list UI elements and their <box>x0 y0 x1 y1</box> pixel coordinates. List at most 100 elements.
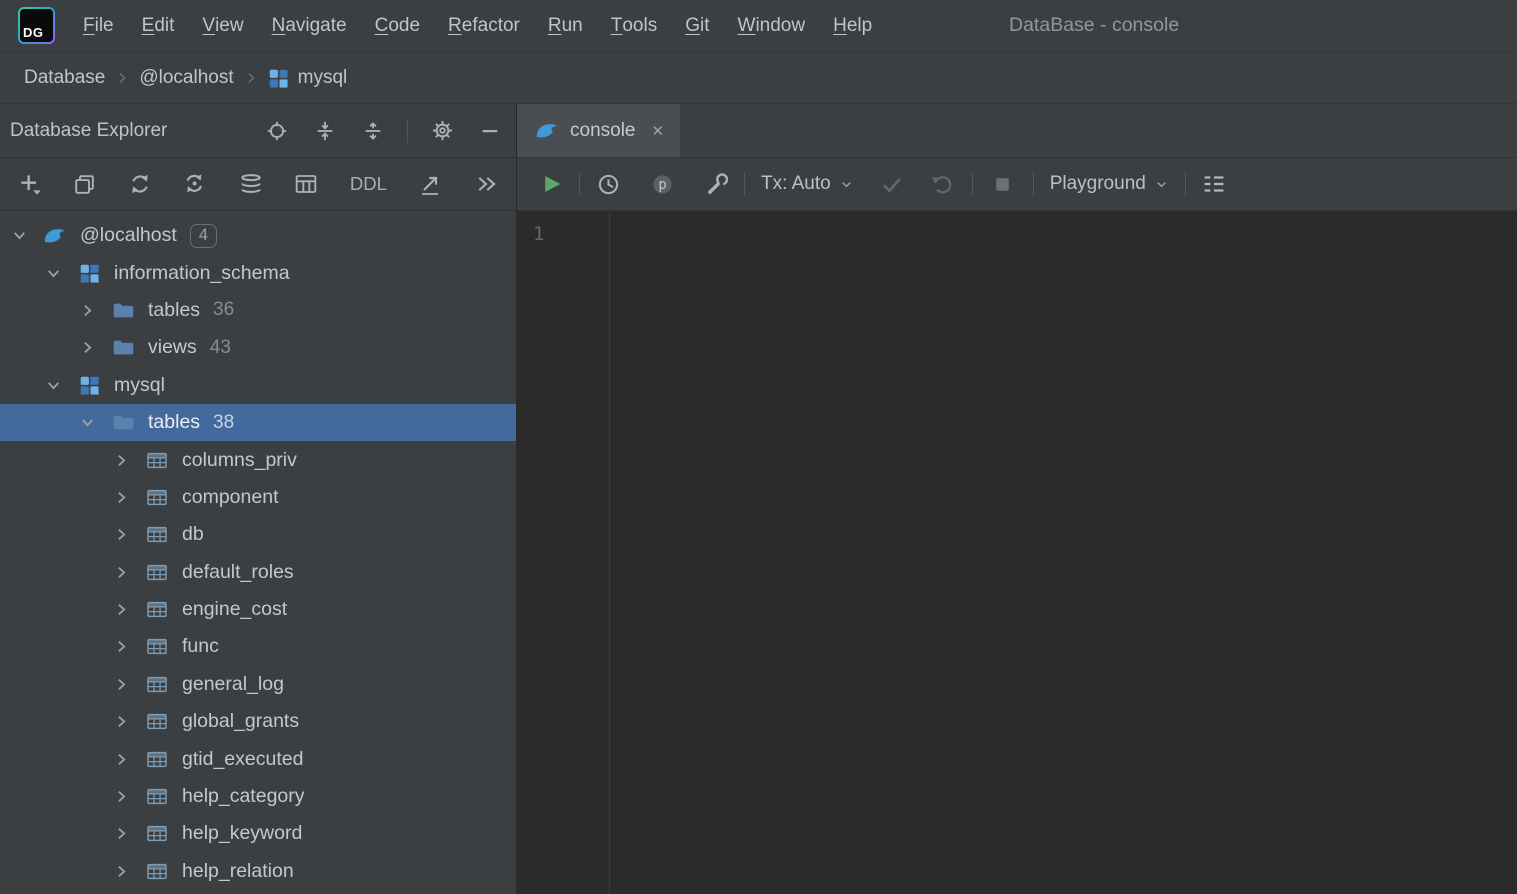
chevron-right-icon[interactable] <box>112 638 130 656</box>
mysql-dolphin-icon <box>43 225 67 246</box>
tree-row-default_roles[interactable]: default_roles <box>0 554 516 591</box>
tab-console[interactable]: console ✕ <box>517 104 680 157</box>
menu-tools[interactable]: Tools <box>597 0 671 51</box>
tree-row-tables[interactable]: tables38 <box>0 404 516 441</box>
menu-edit[interactable]: Edit <box>128 0 189 51</box>
ddl-button[interactable]: DDL <box>350 173 387 195</box>
header-divider <box>407 119 408 143</box>
data-sources-icon[interactable] <box>239 172 263 196</box>
chevron-right-icon[interactable] <box>112 526 130 544</box>
hide-panel-icon[interactable] <box>476 117 504 145</box>
menu-file[interactable]: File <box>69 0 128 51</box>
query-history-icon[interactable] <box>594 170 622 198</box>
parameters-icon[interactable]: p <box>648 170 676 198</box>
chevron-right-icon[interactable] <box>78 339 96 357</box>
tree-label: general_log <box>182 673 284 696</box>
menu-window[interactable]: Window <box>724 0 820 51</box>
tree-row-help_keyword[interactable]: help_keyword <box>0 815 516 852</box>
editor[interactable]: 1 <box>517 211 1517 894</box>
jump-to-console-icon[interactable] <box>418 172 442 196</box>
breadcrumb-label: @localhost <box>139 67 233 89</box>
tree-row-mysql[interactable]: mysql <box>0 367 516 404</box>
chevron-right-icon[interactable] <box>112 750 130 768</box>
table-icon <box>145 450 169 471</box>
breadcrumb-item-database[interactable]: Database <box>24 67 105 89</box>
schema-icon <box>77 375 101 396</box>
svg-text:p: p <box>658 177 666 193</box>
breadcrumb-item-mysql[interactable]: mysql <box>268 67 348 89</box>
commit-icon[interactable] <box>878 170 906 198</box>
editor-gutter[interactable]: 1 <box>517 211 610 894</box>
breadcrumb: Database @localhost mysql <box>0 52 1517 104</box>
explorer-toolbar: DDL <box>0 158 516 211</box>
mysql-dolphin-icon <box>535 121 559 140</box>
chevron-right-icon[interactable] <box>112 451 130 469</box>
expand-all-icon[interactable] <box>359 117 387 145</box>
menu-run[interactable]: Run <box>534 0 597 51</box>
stop-icon[interactable] <box>989 170 1017 198</box>
menu-git[interactable]: Git <box>671 0 723 51</box>
tree-label: information_schema <box>114 262 290 285</box>
playground-dropdown[interactable]: Playground <box>1050 173 1169 195</box>
tree-label: mysql <box>114 374 165 397</box>
add-data-source-icon[interactable] <box>18 172 42 196</box>
sync-ddl-icon[interactable] <box>183 172 207 196</box>
window-title: DataBase - console <box>1009 14 1179 37</box>
editor-content[interactable] <box>610 211 1517 894</box>
more-actions-icon[interactable] <box>474 172 498 196</box>
refresh-icon[interactable] <box>128 172 152 196</box>
chevron-right-icon[interactable] <box>112 788 130 806</box>
execute-icon[interactable] <box>537 170 565 198</box>
close-tab-icon[interactable]: ✕ <box>652 122 665 140</box>
settings-gear-icon[interactable] <box>428 117 456 145</box>
tree-row-help_relation[interactable]: help_relation <box>0 853 516 890</box>
tree-row-tables[interactable]: tables36 <box>0 292 516 329</box>
line-number: 1 <box>517 219 609 256</box>
tree-label: @localhost <box>80 224 177 247</box>
tree-row-columns_priv[interactable]: columns_priv <box>0 441 516 478</box>
chevron-right-icon[interactable] <box>112 563 130 581</box>
tree-row-db[interactable]: db <box>0 516 516 553</box>
chevron-down-icon[interactable] <box>44 376 62 394</box>
collapse-all-icon[interactable] <box>311 117 339 145</box>
chevron-right-icon[interactable] <box>112 488 130 506</box>
duplicate-icon[interactable] <box>73 173 96 196</box>
menu-navigate[interactable]: Navigate <box>258 0 361 51</box>
tx-mode-dropdown[interactable]: Tx: Auto <box>761 173 854 195</box>
chevron-down-icon[interactable] <box>10 227 28 245</box>
tree-row-func[interactable]: func <box>0 628 516 665</box>
tree-row-component[interactable]: component <box>0 479 516 516</box>
chevron-right-icon[interactable] <box>112 825 130 843</box>
tree-row-help_category[interactable]: help_category <box>0 778 516 815</box>
locate-object-icon[interactable] <box>263 117 291 145</box>
table-view-icon[interactable] <box>294 172 318 196</box>
chevron-right-icon[interactable] <box>112 713 130 731</box>
settings-wrench-icon[interactable] <box>702 170 730 198</box>
chevron-right-icon[interactable] <box>112 675 130 693</box>
item-count: 38 <box>213 412 234 434</box>
breadcrumb-item-localhost[interactable]: @localhost <box>139 67 233 89</box>
table-icon <box>145 674 169 695</box>
tree-row-global_grants[interactable]: global_grants <box>0 703 516 740</box>
chevron-down-icon[interactable] <box>78 414 96 432</box>
tree-row-gtid_executed[interactable]: gtid_executed <box>0 740 516 777</box>
explorer-header: Database Explorer <box>0 104 516 158</box>
tree-row-general_log[interactable]: general_log <box>0 666 516 703</box>
chevron-down-icon[interactable] <box>44 264 62 282</box>
toolbar-divider <box>972 172 973 196</box>
folder-icon <box>111 337 135 358</box>
tree-row-views[interactable]: views43 <box>0 329 516 366</box>
chevron-right-icon[interactable] <box>112 862 130 880</box>
menu-help[interactable]: Help <box>819 0 886 51</box>
chevron-right-icon[interactable] <box>112 601 130 619</box>
output-view-icon[interactable] <box>1200 170 1228 198</box>
tab-label: console <box>570 120 636 142</box>
tree-row-information_schema[interactable]: information_schema <box>0 254 516 291</box>
chevron-right-icon[interactable] <box>78 301 96 319</box>
menu-view[interactable]: View <box>188 0 257 51</box>
tree-row-engine_cost[interactable]: engine_cost <box>0 591 516 628</box>
rollback-icon[interactable] <box>928 170 956 198</box>
menu-refactor[interactable]: Refactor <box>434 0 534 51</box>
menu-code[interactable]: Code <box>361 0 434 51</box>
tree-row-@localhost[interactable]: @localhost4 <box>0 217 516 254</box>
